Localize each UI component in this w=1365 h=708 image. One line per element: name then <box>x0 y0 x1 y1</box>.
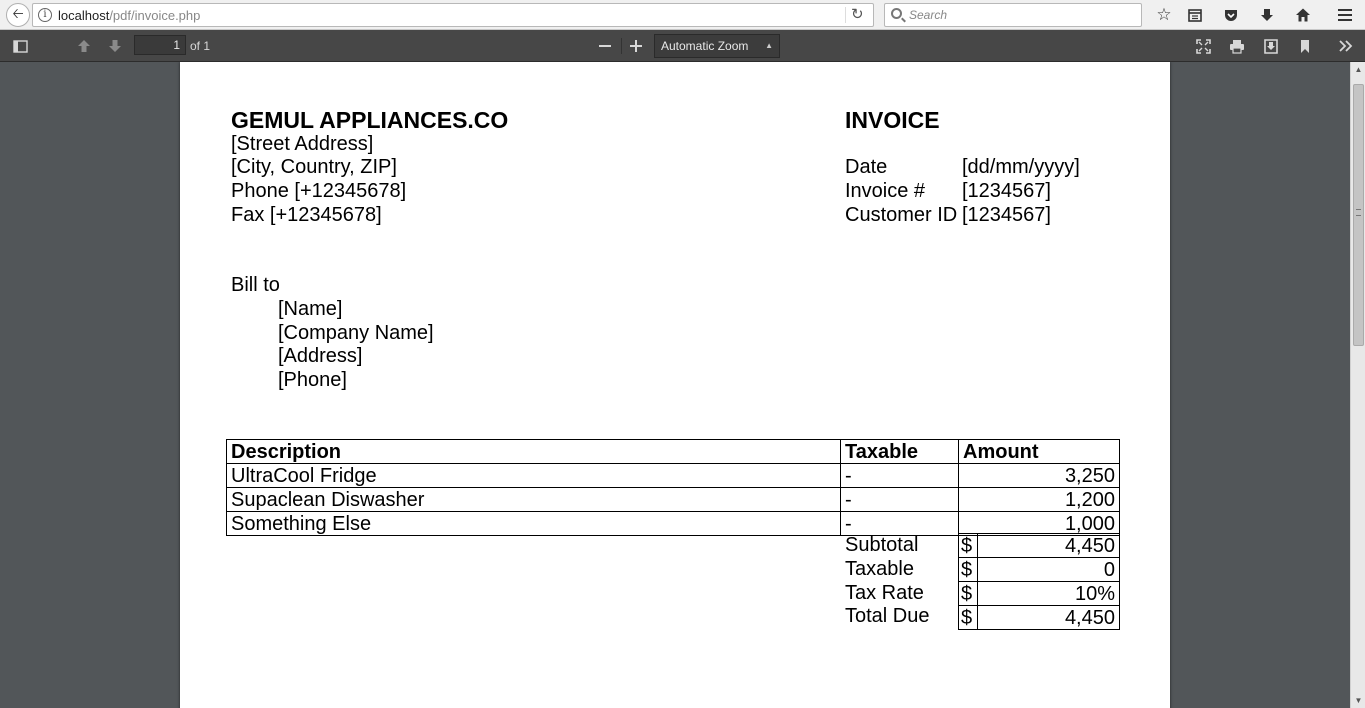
zoom-out-icon[interactable] <box>592 34 618 58</box>
subtotal-label: Subtotal <box>845 534 919 556</box>
url-text[interactable]: localhost/pdf/invoice.php <box>58 8 200 23</box>
presentation-mode-icon[interactable] <box>1190 34 1216 58</box>
tax-rate-label: Tax Rate <box>845 582 924 604</box>
item-description: Supaclean Diswasher <box>226 487 841 512</box>
company-city: [City, Country, ZIP] <box>231 156 397 178</box>
search-bar[interactable] <box>884 3 1142 27</box>
site-info-icon[interactable]: i <box>38 8 52 22</box>
invoice-date-label: Date <box>845 156 888 178</box>
reload-icon[interactable]: ↻ <box>851 5 864 23</box>
header-description: Description <box>226 439 841 464</box>
totals-row-taxable: $ 0 <box>958 557 1120 582</box>
pdf-toolbar: 1 of 1 Automatic Zoom ▲▼ <box>0 30 1365 72</box>
item-amount: 1,200 <box>958 487 1120 512</box>
scroll-down-arrow-icon[interactable]: ▼ <box>1351 693 1365 708</box>
item-taxable: - <box>840 463 959 488</box>
item-description: Something Else <box>226 511 841 536</box>
page-count: of 1 <box>190 39 211 53</box>
search-input[interactable] <box>909 6 1129 24</box>
total-due-currency: $ <box>958 605 978 630</box>
bill-to-company: [Company Name] <box>278 322 434 344</box>
pdf-viewer[interactable]: GEMUL APPLIANCES.CO [Street Address] [Ci… <box>0 62 1365 708</box>
bill-to-address: [Address] <box>278 345 363 367</box>
taxable-total-label: Taxable <box>845 558 914 580</box>
bill-to-phone: [Phone] <box>278 369 347 391</box>
invoice-number-value: [1234567] <box>962 180 1051 202</box>
invoice-number-label: Invoice # <box>845 180 926 202</box>
url-path: /pdf/invoice.php <box>109 8 201 23</box>
home-icon[interactable] <box>1290 3 1316 27</box>
zoom-select-label: Automatic Zoom <box>661 39 749 53</box>
browser-navbar: 🡠 i localhost/pdf/invoice.php ↻ ☆ <box>0 0 1365 30</box>
reading-list-icon[interactable] <box>1182 3 1208 27</box>
zoom-separator <box>621 38 622 54</box>
grip-icon <box>1356 209 1361 216</box>
sidebar-toggle-icon[interactable] <box>7 34 33 58</box>
totals-row-subtotal: $ 4,450 <box>958 533 1120 558</box>
table-row: Something Else - 1,000 <box>226 511 1120 536</box>
bill-to-name: [Name] <box>278 298 343 320</box>
download-icon[interactable] <box>1254 3 1280 27</box>
total-due-value: 4,450 <box>977 605 1120 630</box>
item-taxable: - <box>840 511 959 536</box>
item-taxable: - <box>840 487 959 512</box>
item-amount: 1,000 <box>958 511 1120 536</box>
zoom-in-icon[interactable] <box>623 34 649 58</box>
url-bar[interactable]: i localhost/pdf/invoice.php ↻ <box>32 3 874 27</box>
back-arrow-icon: 🡠 <box>12 5 24 21</box>
subtotal-currency: $ <box>958 533 978 558</box>
item-description: UltraCool Fridge <box>226 463 841 488</box>
totals-table: $ 4,450 $ 0 $ 10% $ 4,450 <box>958 533 1120 630</box>
taxable-value: 0 <box>977 557 1120 582</box>
tax-rate-currency: $ <box>958 581 978 606</box>
search-icon <box>891 8 902 19</box>
customer-id-value: [1234567] <box>962 204 1051 226</box>
next-page-icon[interactable] <box>102 34 128 58</box>
company-fax: Fax [+12345678] <box>231 204 382 226</box>
print-icon[interactable] <box>1224 34 1250 58</box>
header-taxable: Taxable <box>840 439 959 464</box>
tools-chevron-icon[interactable] <box>1333 34 1359 58</box>
save-document-icon[interactable] <box>1258 34 1284 58</box>
invoice-date-value: [dd/mm/yyyy] <box>962 156 1080 178</box>
bookmark-star-icon[interactable]: ☆ <box>1151 3 1177 27</box>
total-due-label: Total Due <box>845 605 930 627</box>
scrollbar-thumb[interactable] <box>1353 84 1364 346</box>
page-number-input[interactable]: 1 <box>134 35 186 55</box>
invoice-title: INVOICE <box>845 107 940 133</box>
company-name: GEMUL APPLIANCES.CO <box>231 107 509 133</box>
company-phone: Phone [+12345678] <box>231 180 407 202</box>
scroll-up-arrow-icon[interactable]: ▲ <box>1351 62 1365 77</box>
header-amount: Amount <box>958 439 1120 464</box>
table-row: Supaclean Diswasher - 1,200 <box>226 487 1120 512</box>
pdf-page: GEMUL APPLIANCES.CO [Street Address] [Ci… <box>180 62 1170 708</box>
totals-row-total-due: $ 4,450 <box>958 605 1120 630</box>
zoom-select[interactable]: Automatic Zoom ▲▼ <box>654 34 780 72</box>
item-amount: 3,250 <box>958 463 1120 488</box>
url-host: localhost <box>58 8 110 23</box>
tax-rate-value: 10% <box>977 581 1120 606</box>
menu-icon[interactable] <box>1332 3 1358 27</box>
pocket-icon[interactable] <box>1218 3 1244 27</box>
bill-to-heading: Bill to <box>231 274 280 296</box>
bookmark-icon[interactable] <box>1292 34 1318 58</box>
items-table-header: Description Taxable Amount <box>226 439 1120 464</box>
taxable-currency: $ <box>958 557 978 582</box>
totals-row-tax-rate: $ 10% <box>958 581 1120 606</box>
subtotal-value: 4,450 <box>977 533 1120 558</box>
customer-id-label: Customer ID <box>845 204 958 226</box>
items-table: Description Taxable Amount UltraCool Fri… <box>226 439 1120 536</box>
company-street: [Street Address] <box>231 133 374 155</box>
table-row: UltraCool Fridge - 3,250 <box>226 463 1120 488</box>
previous-page-icon[interactable] <box>71 34 97 58</box>
vertical-scrollbar[interactable]: ▲ ▼ <box>1350 62 1365 708</box>
back-button[interactable]: 🡠 <box>6 3 30 27</box>
url-separator <box>845 7 846 23</box>
